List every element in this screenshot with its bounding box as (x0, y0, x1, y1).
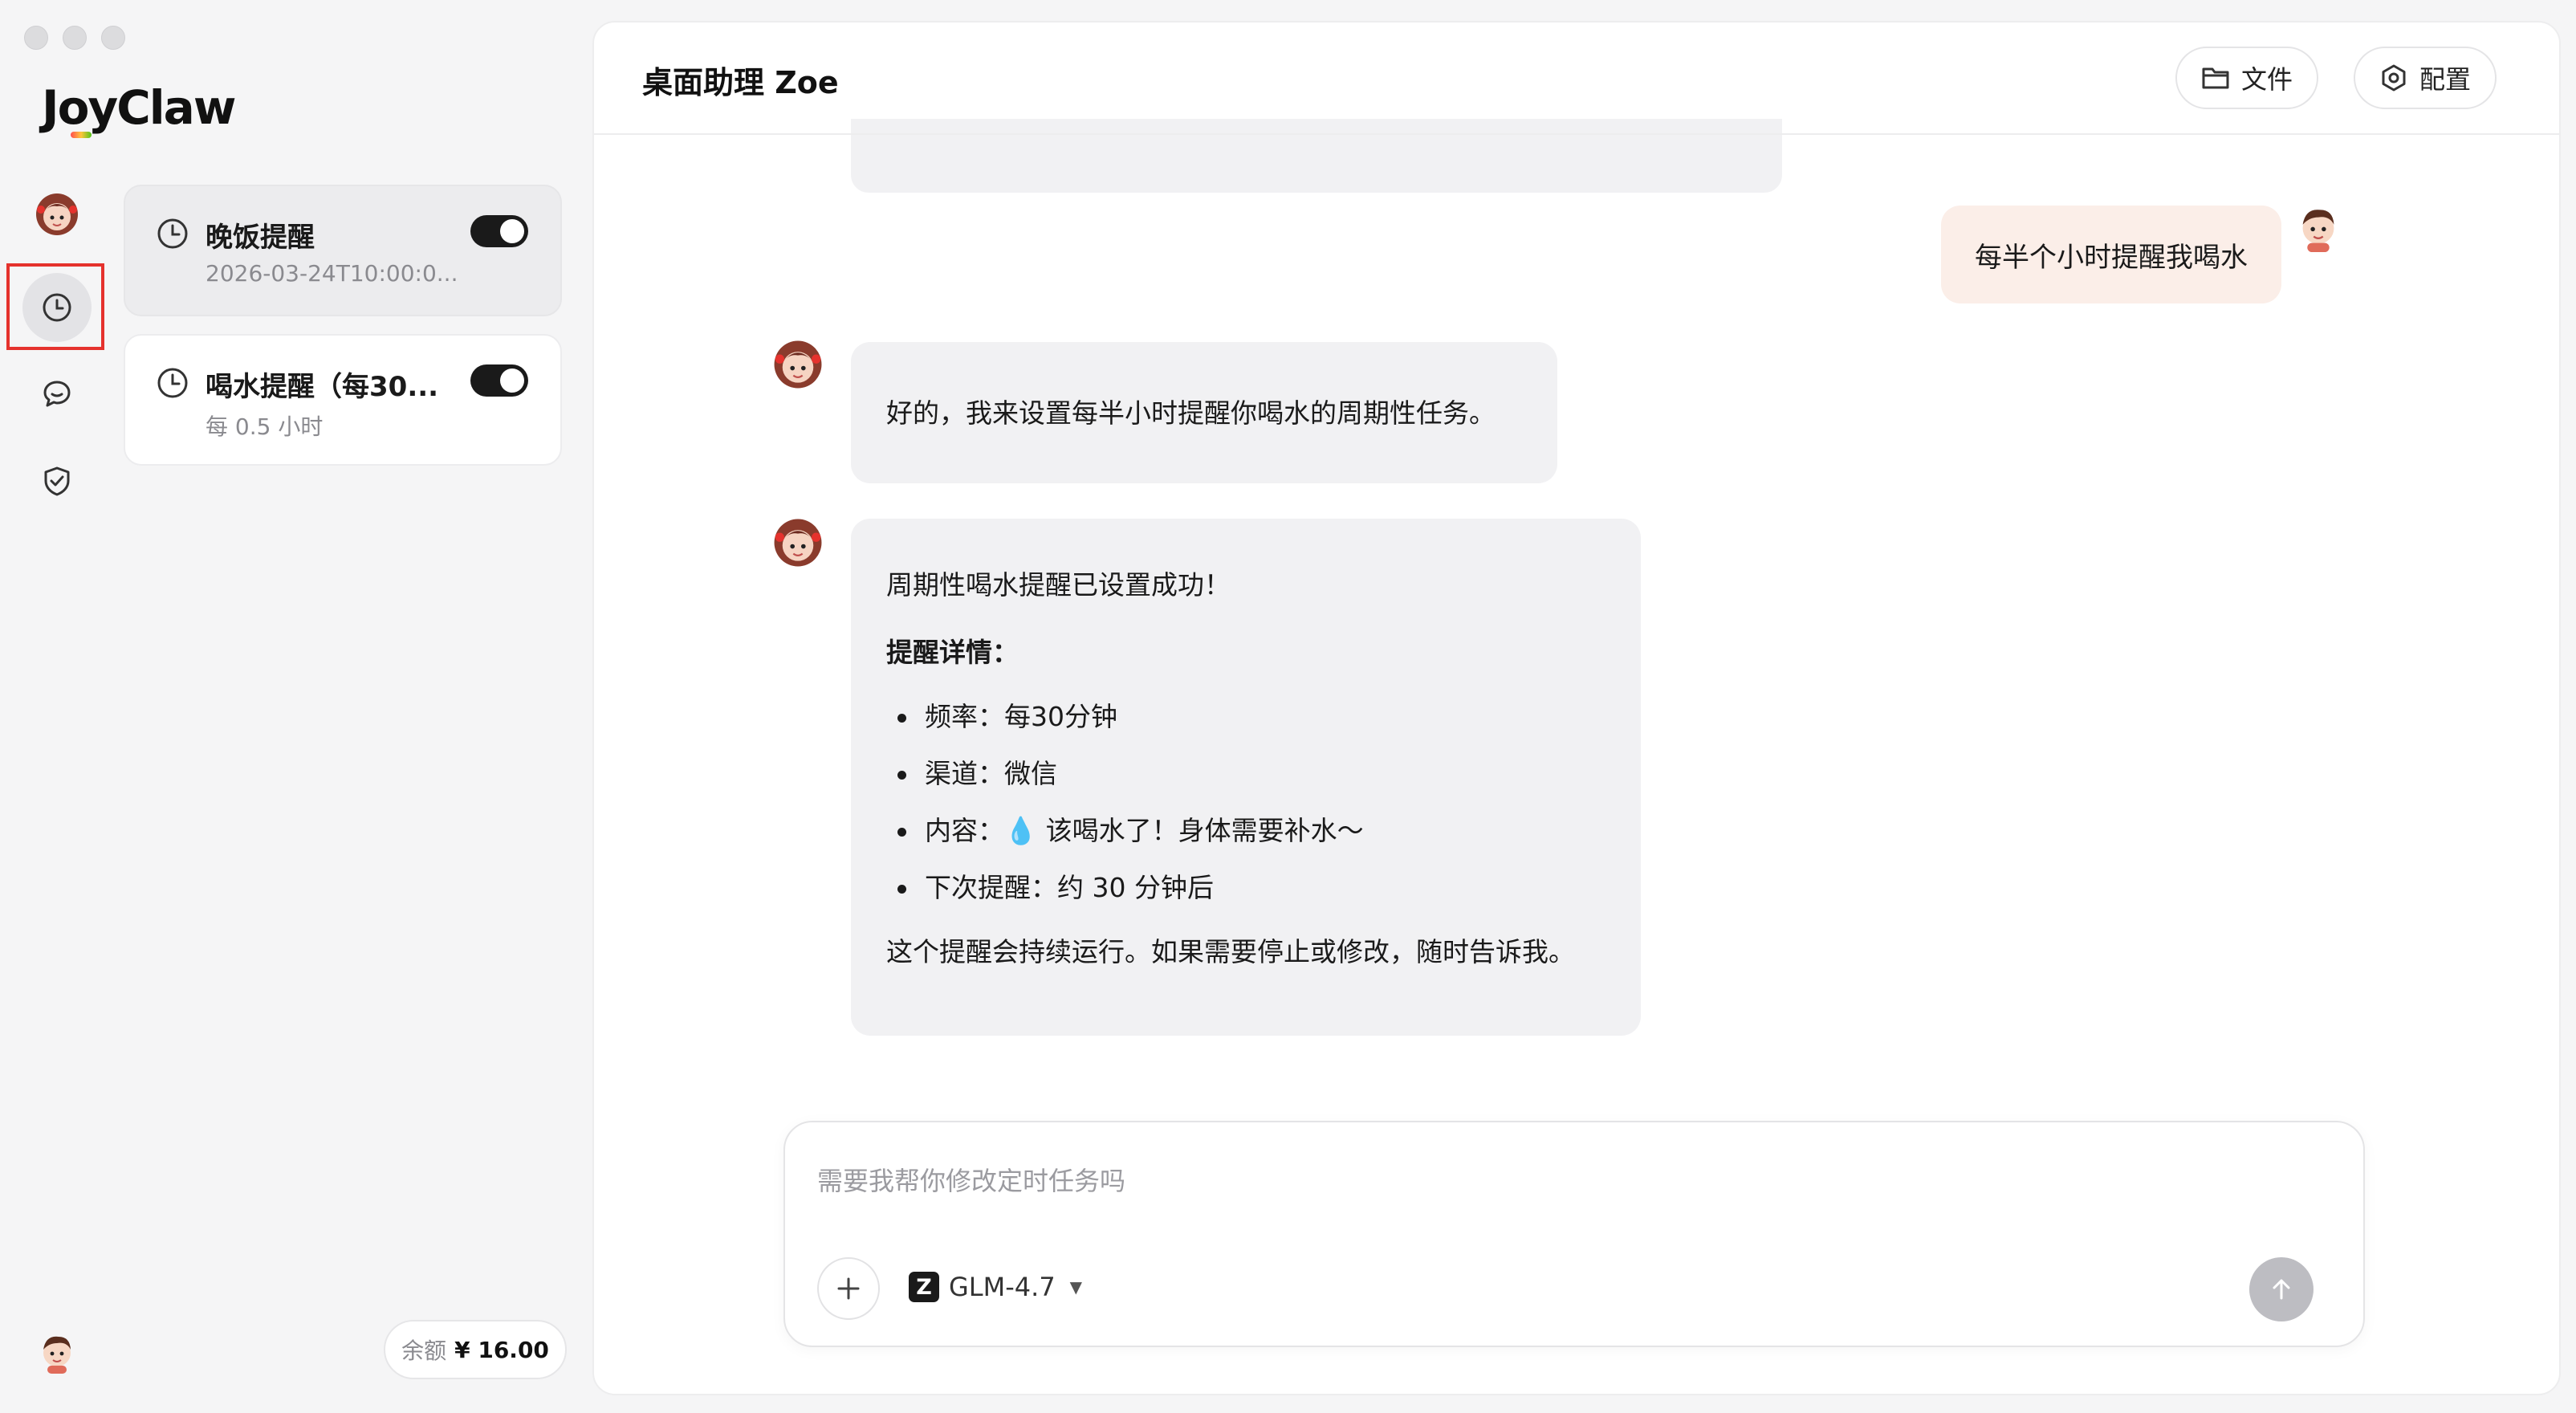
files-button[interactable]: 文件 (2175, 47, 2319, 109)
chat-header: 桌面助理 Zoe 文件 配置 (594, 22, 2559, 135)
arrow-up-icon (2273, 1279, 2290, 1300)
chat-title: 桌面助理 Zoe (642, 65, 839, 100)
reminder-details-list: 频率：每30分钟 渠道：微信 内容：💧 该喝水了！身体需要补水～ 下次提醒：约 … (886, 698, 1605, 906)
assistant-message-bubble: 周期性喝水提醒已设置成功！ 提醒详情： 频率：每30分钟 渠道：微信 内容：💧 … (851, 519, 1641, 1036)
list-item: 渠道：微信 (886, 755, 1605, 792)
water-drop-icon: 💧 (1004, 815, 1038, 846)
balance-label: 余额 (401, 1338, 447, 1364)
task-card-dinner[interactable]: 晚饭提醒 2026-03-24T10:00:0... (124, 185, 562, 316)
list-item: 下次提醒：约 30 分钟后 (886, 869, 1605, 906)
nav-scheduled-tasks[interactable] (22, 273, 92, 342)
task-title: 喝水提醒（每30... (206, 371, 439, 403)
message-composer[interactable]: 需要我帮你修改定时任务吗 Z GLM-4.7 ▼ (783, 1121, 2365, 1347)
send-button[interactable] (2249, 1257, 2314, 1321)
task-title: 晚饭提醒 (206, 222, 315, 254)
list-item: 内容：💧 该喝水了！身体需要补水～ (886, 812, 1605, 849)
balance-badge[interactable]: 余额 ¥ 16.00 (384, 1320, 567, 1379)
task-enable-toggle[interactable] (470, 364, 528, 397)
list-item: 频率：每30分钟 (886, 698, 1605, 735)
model-name: GLM-4.7 (949, 1272, 1056, 1302)
user-profile-button[interactable] (22, 1317, 92, 1386)
assistant-message-bubble: 好的，我来设置每半小时提醒你喝水的周期性任务。 (851, 342, 1557, 483)
nav-chat[interactable] (22, 360, 92, 429)
attach-button[interactable] (817, 1257, 880, 1320)
nav-security[interactable] (22, 446, 92, 515)
model-selector[interactable]: Z GLM-4.7 ▼ (909, 1272, 1082, 1302)
config-button[interactable]: 配置 (2354, 47, 2497, 109)
user-message-bubble: 每半个小时提醒我喝水 (1941, 206, 2281, 303)
chevron-down-icon: ▼ (1069, 1277, 1083, 1297)
task-schedule: 每 0.5 小时 (206, 413, 324, 440)
girl-avatar-icon (774, 340, 822, 389)
shield-check-icon (44, 466, 70, 496)
reminder-intro: 周期性喝水提醒已设置成功！ (886, 569, 1231, 601)
boy-avatar-icon (43, 1336, 71, 1374)
zhipu-logo-icon: Z (909, 1272, 939, 1302)
boy-avatar-icon (2302, 210, 2334, 252)
clock-icon (43, 293, 71, 322)
clock-icon (157, 218, 188, 249)
chat-panel: 桌面助理 Zoe 文件 配置 每半个小时提醒我喝水 好的，我来设置每半小时提醒你… (592, 21, 2561, 1395)
task-schedule: 2026-03-24T10:00:0... (206, 260, 458, 287)
clock-icon (157, 368, 188, 398)
assistant-avatar-button[interactable] (22, 180, 92, 249)
girl-avatar-icon (774, 519, 822, 567)
reminder-details-heading: 提醒详情： (886, 637, 1019, 668)
girl-avatar-icon (36, 193, 78, 235)
balance-amount: ¥ 16.00 (454, 1336, 549, 1363)
config-label: 配置 (2419, 64, 2472, 95)
plus-icon (837, 1277, 860, 1300)
task-enable-toggle[interactable] (470, 215, 528, 247)
task-card-water[interactable]: 喝水提醒（每30... 每 0.5 小时 (124, 334, 562, 466)
files-label: 文件 (2241, 64, 2293, 95)
chat-bubble-icon (43, 381, 71, 407)
settings-icon (2382, 64, 2406, 92)
assistant-message-text: 好的，我来设置每半小时提醒你喝水的周期性任务。 (886, 397, 1496, 429)
icon-rail (0, 0, 112, 1413)
folder-icon (2202, 67, 2229, 89)
reminder-outro: 这个提醒会持续运行。如果需要停止或修改，随时告诉我。 (886, 936, 1575, 967)
message-input[interactable]: 需要我帮你修改定时任务吗 (817, 1161, 1125, 1198)
